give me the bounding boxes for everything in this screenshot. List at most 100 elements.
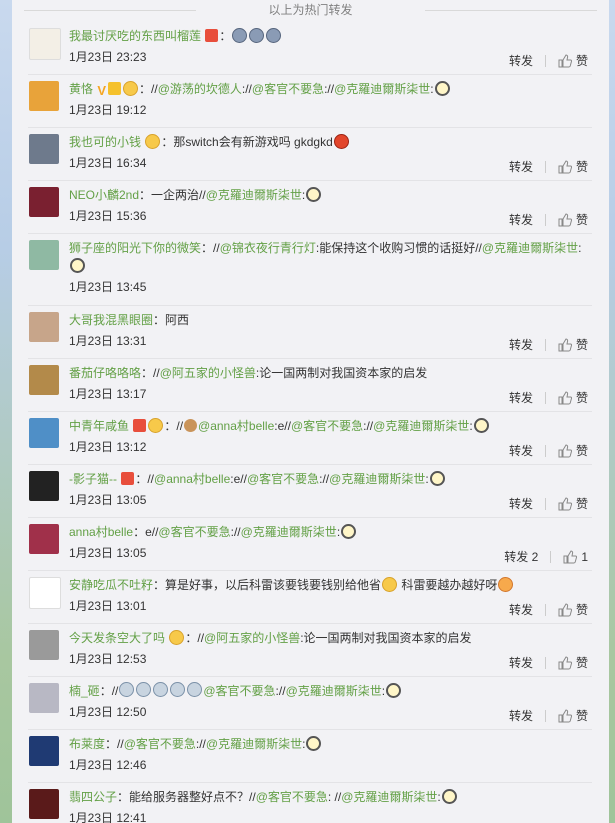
like-button[interactable]: 赞 (558, 336, 588, 353)
thumb-up-icon (558, 337, 572, 351)
mention-link[interactable]: @克羅迪爾斯柒世 (482, 241, 578, 255)
doraemon-emoji-icon (187, 682, 203, 697)
thumb-up-icon (558, 390, 572, 404)
mention-link[interactable]: @客官不要急 (247, 472, 319, 486)
mention-link[interactable]: @克羅迪爾斯柒世 (373, 419, 469, 433)
gift-badge-icon (133, 419, 147, 432)
list-item: 番茄仔咯咯咯：//@阿五家的小怪兽:论一国两制对我国资本家的启发 1月23日 1… (28, 359, 592, 412)
avatar[interactable] (29, 365, 59, 395)
crown-badge-icon (108, 82, 122, 95)
username-link[interactable]: 黄恪 (69, 82, 93, 96)
username-link[interactable]: 中青年咸鱼 (69, 419, 129, 433)
avatar[interactable] (29, 240, 59, 270)
mention-link[interactable]: @客官不要急 (256, 790, 328, 804)
avatar[interactable] (29, 683, 59, 713)
emoji-icon (434, 81, 450, 96)
avatar[interactable] (29, 81, 59, 111)
emoji-icon (473, 418, 489, 433)
mention-link[interactable]: @anna村belle (154, 472, 230, 486)
repost-panel: 以上为热门转发 我最讨厌吃的东西叫榴莲 ： 1月23日 23:23 转发赞 黄恪… (12, 0, 609, 823)
gift-badge-icon (121, 472, 135, 485)
forward-button[interactable]: 转发 2 (504, 548, 538, 565)
mention-link[interactable]: @客官不要急 (252, 82, 324, 96)
username-link[interactable]: 番茄仔咯咯咯 (69, 366, 141, 380)
avatar[interactable] (29, 471, 59, 501)
forward-button[interactable]: 转发 (509, 707, 533, 724)
username-link[interactable]: 我也可的小钱 (69, 135, 141, 149)
mention-link[interactable]: @克羅迪爾斯柒世 (329, 472, 425, 486)
mention-link[interactable]: @阿五家的小怪兽 (160, 366, 256, 380)
mention-link[interactable]: @客官不要急 (291, 419, 363, 433)
like-button[interactable]: 赞 (558, 211, 588, 228)
forward-button[interactable]: 转发 (509, 442, 533, 459)
list-item: 翡四公子：能给服务器整好点不？//@客官不要急: //@克羅迪爾斯柒世: 1月2… (28, 783, 592, 823)
like-button[interactable]: 赞 (558, 601, 588, 618)
forward-button[interactable]: 转发 (509, 211, 533, 228)
forward-button[interactable]: 转发 (509, 654, 533, 671)
mention-link[interactable]: @克羅迪爾斯柒世 (206, 737, 302, 751)
mention-link[interactable]: @克羅迪爾斯柒世 (206, 188, 302, 202)
list-item: 黄恪 V ：//@游荡的坎德人://@客官不要急://@克羅迪爾斯柒世: 1月23… (28, 75, 592, 128)
username-link[interactable]: -影子猫-- (69, 472, 117, 486)
like-button[interactable]: 赞 (558, 707, 588, 724)
like-button[interactable]: 1 (563, 550, 588, 564)
list-item: 今天发条空大了吗 ：//@阿五家的小怪兽:论一国两制对我国资本家的启发 1月23… (28, 624, 592, 677)
username-link[interactable]: 翡四公子 (69, 790, 117, 804)
vip-icon: V (97, 83, 107, 98)
doraemon-emoji-icon (119, 682, 135, 697)
avatar[interactable] (29, 134, 59, 164)
mention-link[interactable]: @客官不要急 (158, 525, 230, 539)
avatar[interactable] (29, 524, 59, 554)
username-link[interactable]: 布莱度 (69, 737, 105, 751)
mention-link[interactable]: @克羅迪爾斯柒世 (341, 790, 437, 804)
like-button[interactable]: 赞 (558, 495, 588, 512)
username-link[interactable]: 我最讨厌吃的东西叫榴莲 (69, 29, 201, 43)
forward-button[interactable]: 转发 (509, 336, 533, 353)
forward-button[interactable]: 转发 (509, 52, 533, 69)
like-button[interactable]: 赞 (558, 389, 588, 406)
mention-link[interactable]: @客官不要急 (203, 684, 275, 698)
username-link[interactable]: NEO小麟2nd (69, 188, 139, 202)
username-link[interactable]: 楠_砸 (69, 684, 100, 698)
emoji-icon (70, 258, 85, 273)
mention-link[interactable]: @anna村belle (198, 419, 274, 433)
mention-link[interactable]: @克羅迪爾斯柒世 (241, 525, 337, 539)
username-link[interactable]: 狮子座的阳光下你的微笑 (69, 241, 201, 255)
like-button[interactable]: 赞 (558, 654, 588, 671)
avatar[interactable] (29, 630, 59, 660)
list-item: 大哥我混黑眼圈：阿西 1月23日 13:31 转发赞 (28, 306, 592, 359)
forward-button[interactable]: 转发 (509, 389, 533, 406)
mention-link[interactable]: @阿五家的小怪兽 (204, 631, 300, 645)
avatar[interactable] (29, 418, 59, 448)
forward-button[interactable]: 转发 (509, 158, 533, 175)
thumb-up-icon (558, 655, 572, 669)
username-link[interactable]: 今天发条空大了吗 (69, 631, 165, 645)
emoji-icon (123, 81, 139, 96)
timestamp: 1月23日 12:41 (69, 811, 147, 823)
list-item: 我也可的小钱 ：那switch会有新游戏吗 gkdgkd 1月23日 16:34… (28, 128, 592, 181)
avatar[interactable] (29, 789, 59, 819)
mention-link[interactable]: @客官不要急 (124, 737, 196, 751)
avatar[interactable] (29, 28, 61, 60)
mention-link[interactable]: @游荡的坎德人 (158, 82, 242, 96)
mention-link[interactable]: @克羅迪爾斯柒世 (334, 82, 430, 96)
username-link[interactable]: anna村belle (69, 525, 133, 539)
mention-link[interactable]: @克羅迪爾斯柒世 (286, 684, 382, 698)
mention-link[interactable]: @锦衣夜行青行灯 (220, 241, 316, 255)
username-link[interactable]: 安静吃瓜不吐籽 (69, 578, 153, 592)
like-button[interactable]: 赞 (558, 158, 588, 175)
forward-button[interactable]: 转发 (509, 495, 533, 512)
avatar[interactable] (29, 312, 59, 342)
forward-button[interactable]: 转发 (509, 601, 533, 618)
like-button[interactable]: 赞 (558, 52, 588, 69)
avatar[interactable] (29, 187, 59, 217)
list-item: 中青年咸鱼 ：//@anna村belle:e//@客官不要急://@克羅迪爾斯柒… (28, 412, 592, 465)
like-button[interactable]: 赞 (558, 442, 588, 459)
thumb-up-icon (558, 53, 572, 67)
avatar[interactable] (29, 577, 61, 609)
avatar[interactable] (29, 736, 59, 766)
thumb-up-icon (558, 212, 572, 226)
list-item: 我最讨厌吃的东西叫榴莲 ： 1月23日 23:23 转发赞 (28, 22, 592, 75)
emoji-icon (148, 418, 164, 433)
username-link[interactable]: 大哥我混黑眼圈 (69, 313, 153, 327)
